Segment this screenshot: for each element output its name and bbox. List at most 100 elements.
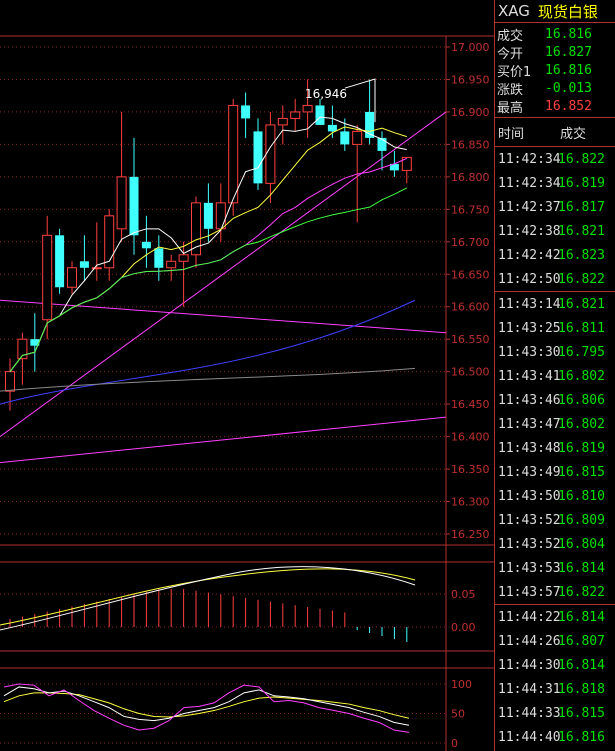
price-tick-label: 16.750 xyxy=(451,203,490,216)
kdj-d-line xyxy=(3,692,410,719)
symbol-name: 现货白银 xyxy=(537,2,598,21)
price-tick-label: 16.600 xyxy=(451,301,490,314)
tick-price: 16.822 xyxy=(558,584,605,600)
candle-body xyxy=(277,117,288,126)
tick-row[interactable]: 11:43:50 16.810 xyxy=(495,484,615,508)
tick-price: 16.816 xyxy=(558,729,605,745)
candle-body xyxy=(55,235,65,288)
tick-row[interactable]: 11:42:34 16.819 xyxy=(495,171,615,195)
tick-price: 16.823 xyxy=(558,247,605,263)
symbol-header: XAG 现货白银 xyxy=(495,0,615,23)
tick-row[interactable]: 11:42:50 16.822 xyxy=(495,267,615,291)
trendline xyxy=(0,111,447,438)
tick-row[interactable]: 11:44:26 16.807 xyxy=(495,629,615,653)
candle-body xyxy=(327,124,337,132)
tick-row[interactable]: 11:44:33 16.815 xyxy=(495,701,615,725)
macd-tick-label: 0.00 xyxy=(451,621,476,634)
tick-price: 16.815 xyxy=(558,705,605,721)
tick-row[interactable]: 11:42:37 16.817 xyxy=(495,195,615,219)
candle-body xyxy=(116,176,127,230)
tick-row[interactable]: 11:43:52 16.804 xyxy=(495,532,615,556)
tick-row[interactable]: 11:43:47 16.802 xyxy=(495,412,615,436)
tick-time: 11:44:31 xyxy=(498,681,561,697)
tick-row[interactable]: 11:44:31 16.818 xyxy=(495,677,615,701)
tick-price: 16.802 xyxy=(558,416,605,432)
price-tick-label: 16.650 xyxy=(451,268,490,281)
tick-time: 11:44:40 xyxy=(498,729,561,745)
tick-price: 16.804 xyxy=(558,536,605,552)
tick-row[interactable]: 11:43:52 16.809 xyxy=(495,508,615,532)
price-tick-label: 16.850 xyxy=(451,138,490,151)
trendline xyxy=(0,416,447,464)
quote-label: 买价1 xyxy=(497,64,532,80)
candle-body xyxy=(377,137,387,151)
tick-price: 16.819 xyxy=(558,175,605,191)
price-tick-label: 16.500 xyxy=(451,366,490,379)
ma5-line xyxy=(9,116,407,372)
tick-row[interactable]: 11:42:42 16.823 xyxy=(495,243,615,267)
quote-row: 涨跌 -0.013 xyxy=(495,79,615,98)
candle-body xyxy=(302,104,313,113)
candle-body xyxy=(154,248,164,268)
macd-dif-line xyxy=(0,566,416,631)
price-tick-label: 16.450 xyxy=(451,398,490,411)
quote-row: 今开 16.827 xyxy=(495,43,615,62)
candle-body xyxy=(315,105,325,125)
tick-row[interactable]: 11:43:46 16.806 xyxy=(495,388,615,412)
candle-body xyxy=(166,260,177,269)
quote-row: 最高 16.852 xyxy=(495,97,615,116)
high-marker-label: 16,946 xyxy=(305,87,347,101)
tick-time: 11:43:57 xyxy=(498,584,561,600)
tick-time: 11:43:50 xyxy=(498,488,561,504)
macd-tick-label: 0.05 xyxy=(451,588,476,601)
price-tick-label: 16.550 xyxy=(451,333,490,346)
quote-row: 成交 16.816 xyxy=(495,25,615,44)
price-tick-label: 16.900 xyxy=(451,106,490,119)
tick-price: 16.815 xyxy=(558,464,605,480)
tick-row[interactable]: 11:43:30 16.795 xyxy=(495,340,615,364)
tick-price: 16.821 xyxy=(558,296,605,312)
tick-row[interactable]: 11:43:41 16.802 xyxy=(495,364,615,388)
quote-value: 16.816 xyxy=(545,62,592,78)
tick-row[interactable]: 11:43:53 16.814 xyxy=(495,556,615,580)
price-tick-label: 16.400 xyxy=(451,431,490,444)
tick-time: 11:43:14 xyxy=(498,296,561,312)
tick-time: 11:42:34 xyxy=(498,151,561,167)
tick-row[interactable]: 11:44:30 16.814 xyxy=(495,653,615,677)
tick-row[interactable]: 11:44:22 16.814 xyxy=(495,604,615,629)
symbol-code: XAG xyxy=(498,2,530,20)
tick-row[interactable]: 11:43:25 16.811 xyxy=(495,316,615,340)
tick-time: 11:43:48 xyxy=(498,440,561,456)
tick-price: 16.795 xyxy=(558,344,605,360)
tick-row[interactable]: 11:43:57 16.822 xyxy=(495,580,615,604)
candle-body xyxy=(79,261,89,268)
quote-value: 16.816 xyxy=(545,26,592,42)
tick-price: 16.811 xyxy=(558,320,605,336)
tick-row[interactable]: 11:42:34 16.822 xyxy=(495,147,615,171)
quote-value: 16.852 xyxy=(545,98,592,114)
ma10-line xyxy=(9,126,407,372)
kline-chart[interactable]: 17.000 16.950 16.900 16.850 16.800 16.750 16.7… xyxy=(0,0,494,751)
tick-row[interactable]: 11:43:14 16.821 xyxy=(495,291,615,316)
price-tick-label: 17.000 xyxy=(451,41,490,54)
candle-body xyxy=(5,371,15,392)
quote-value: -0.013 xyxy=(545,80,592,96)
quote-label: 成交 xyxy=(497,28,524,44)
tick-price: 16.806 xyxy=(558,392,605,408)
candle-body xyxy=(265,124,276,184)
quote-summary: 成交 16.816 今开 16.827 买价1 16.816 涨跌 -0.013 最高 16.85… xyxy=(495,23,615,118)
tick-time: 11:43:47 xyxy=(498,416,561,432)
tick-time: 11:43:52 xyxy=(498,512,561,528)
kline-chart-area[interactable]: 17.000 16.950 16.900 16.850 16.800 16.750 16.7… xyxy=(0,0,494,751)
kdj-tick-label: 50 xyxy=(451,708,465,721)
tick-list[interactable]: 11:42:34 16.822 11:42:34 16.819 11:42:37 16.8… xyxy=(495,147,615,749)
tick-row[interactable]: 11:42:38 16.821 xyxy=(495,219,615,243)
tick-row[interactable]: 11:43:49 16.815 xyxy=(495,460,615,484)
tick-price: 16.819 xyxy=(558,440,605,456)
tick-row[interactable]: 11:43:48 16.819 xyxy=(495,436,615,460)
kdj-tick-label: 0 xyxy=(451,737,458,750)
candle-body xyxy=(203,202,213,229)
ticks-header-price: 成交 xyxy=(560,126,587,142)
quote-label: 涨跌 xyxy=(497,82,524,98)
tick-row[interactable]: 11:44:40 16.816 xyxy=(495,725,615,749)
